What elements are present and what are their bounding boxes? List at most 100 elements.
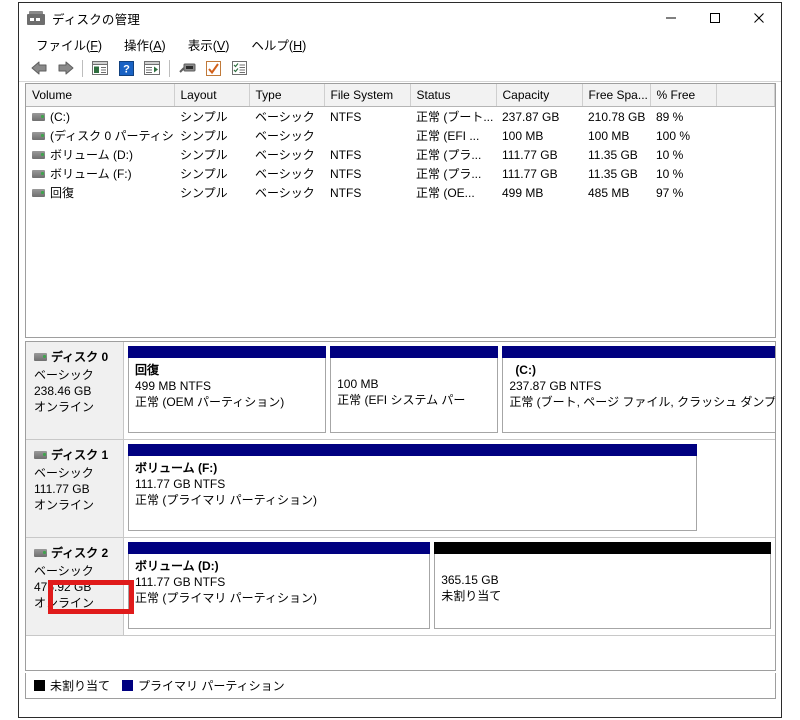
disk1-type: ベーシック [34, 466, 94, 480]
column-header-file-system[interactable]: File System [324, 84, 411, 107]
disk2-info[interactable]: ディスク 2 ベーシック 476.92 GB オンライン [26, 538, 124, 635]
cell-status: 正常 (EFI ... [416, 129, 480, 143]
partition-details: ボリューム (F:) 111.77 GB NTFS 正常 (プライマリ パーティ… [128, 456, 698, 531]
menu-item-action[interactable]: 操作(A) [115, 33, 175, 56]
column-header-layout[interactable]: Layout [174, 84, 250, 107]
title-bar: ディスクの管理 [19, 3, 781, 33]
column-header-status[interactable]: Status [410, 84, 497, 107]
menu-item-view[interactable]: 表示(V) [179, 33, 239, 56]
cell-free-space: 485 MB [588, 185, 630, 200]
cell-status: 正常 (ブート... [416, 110, 494, 124]
column-header-type[interactable]: Type [249, 84, 325, 107]
drive-icon [32, 170, 45, 179]
show-console-tree-icon[interactable] [87, 57, 113, 79]
partition-details: 100 MB 正常 (EFI システム パー [330, 358, 499, 433]
legend-bar: 未割り当て プライマリ パーティション [25, 673, 776, 699]
properties-icon[interactable] [200, 57, 226, 79]
show-action-pane-icon[interactable] [139, 57, 165, 79]
volume-table: Volume Layout Type File System Status Ca… [26, 84, 775, 202]
cell-spacer [716, 183, 775, 202]
partition-color-bar [128, 542, 431, 554]
disk1-name: ディスク 1 [51, 448, 109, 462]
cell-free-space: 11.35 GB [588, 166, 638, 181]
partition-details: 365.15 GB 未割り当て [434, 554, 771, 629]
toolbar: ? [19, 55, 781, 82]
legend-label-primary: プライマリ パーティション [138, 679, 285, 693]
table-row[interactable]: ボリューム (F:) シンプル ベーシック NTFS 正常 (プラ... 111… [26, 164, 775, 183]
back-arrow-icon[interactable] [26, 57, 52, 79]
maximize-button[interactable] [693, 3, 737, 33]
cell-type: ベーシック [255, 110, 315, 124]
volume-label: ボリューム (D:) [50, 148, 133, 162]
minimize-button[interactable] [649, 3, 693, 33]
volume-list-panel[interactable]: Volume Layout Type File System Status Ca… [25, 83, 776, 338]
partition-recovery[interactable]: 回復 499 MB NTFS 正常 (OEM パーティション) [128, 346, 327, 433]
forward-arrow-icon[interactable] [52, 57, 78, 79]
column-header-capacity[interactable]: Capacity [496, 84, 583, 107]
partition-d-drive[interactable]: ボリューム (D:) 111.77 GB NTFS 正常 (プライマリ パーティ… [128, 542, 431, 629]
partition-color-bar [434, 542, 771, 554]
toolbar-separator [169, 59, 170, 77]
column-header-free-space[interactable]: Free Spa... [582, 84, 651, 107]
column-header-spacer[interactable] [716, 84, 775, 107]
partition-size: 499 MB NTFS [135, 379, 212, 393]
cell-type: ベーシック [255, 129, 315, 143]
partition-size: 100 MB [337, 377, 379, 391]
disk-management-window: ディスクの管理 ファイル(F) 操作(A) 表示(V) ヘルプ(H) ? Vol… [18, 2, 782, 718]
drive-icon [32, 132, 45, 141]
disk-row-0[interactable]: ディスク 0 ベーシック 238.46 GB オンライン 回復 499 MB N… [26, 342, 775, 440]
partition-f-drive[interactable]: ボリューム (F:) 111.77 GB NTFS 正常 (プライマリ パーティ… [128, 444, 698, 531]
cell-volume: (C:) [26, 107, 174, 127]
cell-capacity: 111.77 GB [502, 166, 558, 181]
partition-state: 正常 (プライマリ パーティション) [135, 591, 317, 605]
disk-icon [34, 548, 47, 557]
menu-item-file[interactable]: ファイル(F) [27, 33, 111, 56]
partition-unallocated[interactable]: 365.15 GB 未割り当て [434, 542, 771, 629]
disk0-partitions: 回復 499 MB NTFS 正常 (OEM パーティション) 100 MB 正… [124, 342, 775, 439]
cell-type: ベーシック [255, 167, 315, 181]
table-row[interactable]: (ディスク 0 パーティシ... シンプル ベーシック 正常 (EFI ... … [26, 126, 775, 145]
table-row[interactable]: ボリューム (D:) シンプル ベーシック NTFS 正常 (プラ... 111… [26, 145, 775, 164]
partition-c-drive[interactable]: (C:) 237.87 GB NTFS 正常 (ブート, ページ ファイル, ク… [502, 346, 775, 433]
disk0-info[interactable]: ディスク 0 ベーシック 238.46 GB オンライン [26, 342, 124, 439]
cell-percent-free: 97 % [656, 185, 684, 200]
disk-icon [34, 352, 47, 361]
cell-type: ベーシック [255, 148, 315, 162]
close-button[interactable] [737, 3, 781, 33]
drive-icon [32, 189, 45, 198]
cell-volume: 回復 [26, 183, 174, 202]
list-view-icon[interactable] [226, 57, 252, 79]
partition-label-spacer [441, 558, 764, 572]
cell-file-system [324, 126, 410, 145]
partition-color-bar [128, 346, 327, 358]
partition-size: 111.77 GB NTFS [135, 575, 226, 589]
partition-efi[interactable]: 100 MB 正常 (EFI システム パー [330, 346, 499, 433]
table-row[interactable]: 回復 シンプル ベーシック NTFS 正常 (OE... 499 MB 485 … [26, 183, 775, 202]
menu-bar: ファイル(F) 操作(A) 表示(V) ヘルプ(H) [19, 33, 781, 55]
cell-file-system: NTFS [330, 185, 362, 200]
legend-item-unallocated: 未割り当て [34, 677, 122, 694]
svg-text:?: ? [123, 63, 130, 75]
disk-row-2[interactable]: ディスク 2 ベーシック 476.92 GB オンライン ボリューム (D:) … [26, 538, 775, 636]
cell-status: 正常 (プラ... [416, 148, 482, 162]
toolbar-separator [82, 59, 83, 77]
cell-layout: シンプル [180, 110, 228, 124]
disk1-name-row: ディスク 1 [34, 446, 123, 463]
help-icon[interactable]: ? [113, 57, 139, 79]
disk1-info[interactable]: ディスク 1 ベーシック 111.77 GB オンライン [26, 440, 124, 537]
disk0-name-row: ディスク 0 [34, 348, 123, 365]
column-header-volume[interactable]: Volume [26, 84, 175, 107]
table-header-row: Volume Layout Type File System Status Ca… [26, 84, 775, 107]
partition-size: 111.77 GB NTFS [135, 477, 226, 491]
rescan-disks-icon[interactable] [174, 57, 200, 79]
cell-volume: (ディスク 0 パーティシ... [26, 126, 174, 145]
disk1-status: オンライン [34, 498, 95, 512]
partition-details: ボリューム (D:) 111.77 GB NTFS 正常 (プライマリ パーティ… [128, 554, 431, 629]
disk-graphical-panel[interactable]: ディスク 0 ベーシック 238.46 GB オンライン 回復 499 MB N… [25, 341, 776, 671]
column-header-percent-free[interactable]: % Free [650, 84, 717, 107]
table-row[interactable]: (C:) シンプル ベーシック NTFS 正常 (ブート... 237.87 G… [26, 107, 775, 127]
menu-item-help[interactable]: ヘルプ(H) [242, 33, 315, 56]
cell-free-space: 210.78 GB [588, 109, 646, 124]
disk-row-1[interactable]: ディスク 1 ベーシック 111.77 GB オンライン ボリューム (F:) … [26, 440, 775, 538]
cell-spacer [716, 126, 775, 145]
